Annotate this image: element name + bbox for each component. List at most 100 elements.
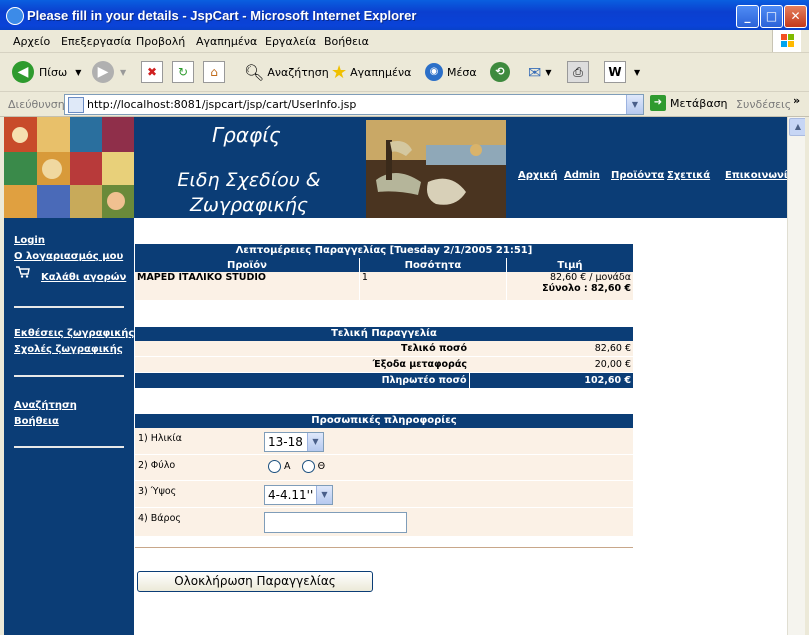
favorites-button[interactable]: ★ Αγαπημένα bbox=[331, 61, 411, 83]
menu-favorites[interactable]: Αγαπημένα bbox=[196, 35, 257, 48]
close-button[interactable]: ✕ bbox=[784, 5, 807, 28]
links-label[interactable]: Συνδέσεις bbox=[736, 98, 791, 111]
address-url[interactable]: http://localhost:8081/jspcart/jsp/cart/U… bbox=[87, 98, 356, 111]
address-bar: Διεύθυνση http://localhost:8081/jspcart/… bbox=[0, 92, 809, 117]
address-input[interactable]: http://localhost:8081/jspcart/jsp/cart/U… bbox=[64, 94, 644, 115]
weight-input[interactable] bbox=[264, 512, 407, 533]
menu-view[interactable]: Προβολή bbox=[136, 35, 185, 48]
star-icon: ★ bbox=[331, 61, 348, 83]
stop-icon: ✖ bbox=[141, 61, 163, 83]
chevron-down-icon: ▼ bbox=[634, 67, 641, 77]
windows-logo-icon bbox=[772, 30, 801, 52]
final-order-header: Τελική Παραγγελία bbox=[135, 327, 633, 341]
site-title: Γραφίς bbox=[212, 123, 281, 147]
order-details-header: Λεπτομέρειες Παραγγελίας [Tuesday 2/1/20… bbox=[135, 244, 633, 258]
col-price: Τιμή bbox=[506, 258, 633, 272]
sidebar-divider bbox=[14, 446, 124, 448]
home-button[interactable]: ⌂ bbox=[203, 61, 225, 83]
shipping-label: Έξοδα μεταφοράς bbox=[135, 356, 469, 373]
window-title: Please fill in your details - JspCart - … bbox=[27, 8, 417, 23]
payable-value: 102,60 € bbox=[469, 372, 633, 389]
chevron-down-icon: ▼ bbox=[120, 67, 127, 77]
nav-home[interactable]: Αρχική bbox=[518, 170, 557, 181]
sidebar-divider bbox=[14, 375, 124, 377]
chevron-down-icon: ▼ bbox=[545, 67, 552, 77]
forward-button[interactable]: ▶ ▼ bbox=[92, 61, 126, 83]
forward-arrow-icon: ▶ bbox=[92, 61, 114, 83]
vertical-scrollbar[interactable]: ▲ bbox=[787, 117, 807, 635]
final-amount-label: Τελικό ποσό bbox=[135, 341, 469, 357]
chevron-down-icon: ▼ bbox=[316, 486, 332, 504]
print-button[interactable]: ⎙ bbox=[567, 61, 589, 83]
collage-image bbox=[4, 117, 134, 218]
minimize-button[interactable]: _ bbox=[736, 5, 759, 28]
nav-contact[interactable]: Επικοινωνία bbox=[725, 170, 787, 181]
col-product: Προϊόν bbox=[135, 258, 360, 272]
menu-tools[interactable]: Εργαλεία bbox=[265, 35, 316, 48]
back-button[interactable]: ◀ Πίσω ▼ bbox=[12, 61, 81, 83]
mail-button[interactable]: ✉ ▼ bbox=[528, 61, 552, 83]
history-icon: ⟲ bbox=[490, 62, 510, 82]
chevron-right-icon[interactable]: » bbox=[793, 94, 800, 107]
menu-file[interactable]: Αρχείο bbox=[13, 35, 50, 48]
sex-radio-th[interactable] bbox=[301, 460, 315, 473]
sidebar-exhibitions[interactable]: Εκθέσεις ζωγραφικής bbox=[14, 328, 134, 339]
go-button[interactable]: ➜ Μετάβαση bbox=[650, 95, 728, 111]
menu-bar: Αρχείο Επεξεργασία Προβολή Αγαπημένα Εργ… bbox=[0, 30, 809, 53]
mail-icon: ✉ bbox=[528, 62, 542, 82]
page-icon bbox=[68, 97, 84, 113]
window-border bbox=[805, 117, 809, 635]
product-quantity: 1 bbox=[359, 272, 507, 300]
chevron-down-icon[interactable]: ▼ bbox=[626, 95, 643, 114]
menu-help[interactable]: Βοήθεια bbox=[324, 35, 369, 48]
sidebar-account[interactable]: Ο λογαριασμός μου bbox=[14, 251, 123, 262]
stop-button[interactable]: ✖ bbox=[141, 61, 163, 83]
sidebar-login[interactable]: Login bbox=[14, 235, 45, 246]
final-order-table: Τελική Παραγγελία Τελικό ποσό 82,60 € Έξ… bbox=[135, 327, 633, 389]
sidebar-divider bbox=[14, 306, 124, 308]
media-button[interactable]: ◉ Μέσα bbox=[425, 61, 477, 83]
printer-icon: ⎙ bbox=[567, 61, 589, 83]
complete-order-button[interactable]: Ολοκλήρωση Παραγγελίας bbox=[137, 571, 373, 592]
chevron-down-icon: ▼ bbox=[307, 433, 323, 451]
nav-products[interactable]: Προϊόντα bbox=[611, 170, 664, 181]
sex-options: A Θ bbox=[268, 460, 325, 473]
personal-info-section: Προσωπικές πληροφορίες 1) Ηλικία 13-18 ▼… bbox=[135, 414, 633, 554]
cart-icon bbox=[16, 266, 30, 278]
refresh-button[interactable]: ↻ bbox=[172, 61, 194, 83]
personal-info-header: Προσωπικές πληροφορίες bbox=[135, 414, 633, 428]
search-icon: 🔍︎ bbox=[244, 62, 265, 82]
header-banner: Γραφίς Ειδη Σχεδίου & Ζωγραφικής Αρχική … bbox=[134, 117, 787, 218]
weight-label: 4) Βάρος bbox=[138, 513, 181, 524]
product-name: MAPED ΙΤΑΛΙΚΟ STUDIO bbox=[135, 272, 360, 300]
sex-radio-a[interactable] bbox=[268, 460, 281, 473]
site-subtitle: Ειδη Σχεδίου & Ζωγραφικής bbox=[177, 169, 321, 216]
sidebar-cart[interactable]: Καλάθι αγορών bbox=[41, 272, 126, 283]
sidebar-help[interactable]: Βοήθεια bbox=[14, 416, 59, 427]
home-icon: ⌂ bbox=[203, 61, 225, 83]
go-arrow-icon: ➜ bbox=[650, 95, 666, 111]
search-button[interactable]: 🔍︎ Αναζήτηση bbox=[244, 61, 329, 83]
history-button[interactable]: ⟲ bbox=[490, 61, 510, 83]
maximize-button[interactable]: □ bbox=[760, 5, 783, 28]
media-icon: ◉ bbox=[425, 63, 443, 81]
address-label: Διεύθυνση bbox=[8, 98, 65, 111]
sidebar-search[interactable]: Αναζήτηση bbox=[14, 400, 77, 411]
back-arrow-icon: ◀ bbox=[12, 61, 34, 83]
menu-edit[interactable]: Επεξεργασία bbox=[61, 35, 131, 48]
height-select[interactable]: 4-4.11'' ▼ bbox=[264, 485, 333, 505]
order-total: Σύνολο : 82,60 € bbox=[542, 283, 631, 294]
chevron-down-icon: ▼ bbox=[75, 67, 82, 77]
order-details-table: Λεπτομέρειες Παραγγελίας [Tuesday 2/1/20… bbox=[135, 244, 633, 300]
shipping-value: 20,00 € bbox=[469, 356, 633, 373]
col-quantity: Ποσότητα bbox=[359, 258, 507, 272]
sidebar-schools[interactable]: Σχολές ζωγραφικής bbox=[14, 344, 123, 355]
age-select[interactable]: 13-18 ▼ bbox=[264, 432, 324, 452]
toolbar: ◀ Πίσω ▼ ▶ ▼ ✖ ↻ ⌂ 🔍︎ Αναζήτηση ★ Αγαπημ… bbox=[0, 53, 809, 92]
age-label: 1) Ηλικία bbox=[138, 433, 182, 444]
nav-about[interactable]: Σχετικά bbox=[667, 170, 710, 181]
nav-admin[interactable]: Admin bbox=[564, 170, 600, 181]
edit-button[interactable]: W ▼ bbox=[604, 61, 640, 83]
final-amount-value: 82,60 € bbox=[469, 341, 633, 357]
product-price-cell: 82,60 € / μονάδα Σύνολο : 82,60 € bbox=[506, 272, 633, 300]
